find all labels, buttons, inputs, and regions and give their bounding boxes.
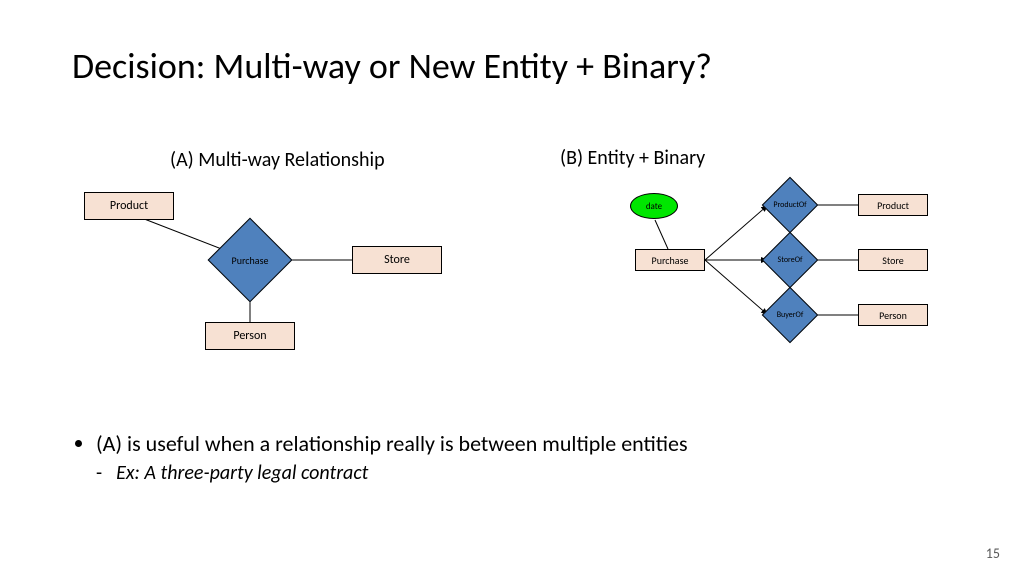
page-number: 15: [986, 545, 1000, 562]
relationship-buyerof: BuyerOf: [770, 295, 810, 335]
diagram-b: date Purchase ProductOf StoreOf BuyerOf …: [600, 175, 960, 375]
bullet-main: (A) is useful when a relationship really…: [96, 430, 688, 457]
entity-store: Store: [352, 246, 442, 274]
attribute-date: date: [630, 193, 678, 219]
relationship-purchase: Purchase: [220, 230, 280, 290]
bullet-list: (A) is useful when a relationship really…: [72, 430, 688, 485]
slide-title: Decision: Multi-way or New Entity + Bina…: [72, 44, 712, 88]
entity-product-b: Product: [858, 194, 928, 216]
section-a-heading: (A) Multi-way Relationship: [170, 148, 385, 172]
relationship-productof: ProductOf: [770, 185, 810, 225]
diagram-a: Product Purchase Store Person: [80, 180, 460, 380]
relationship-productof-label: ProductOf: [770, 185, 810, 225]
entity-purchase-b: Purchase: [635, 249, 705, 271]
dash-icon: -: [96, 461, 102, 485]
relationship-storeof-label: StoreOf: [770, 240, 810, 280]
relationship-purchase-label: Purchase: [220, 230, 280, 290]
entity-person: Person: [205, 322, 295, 350]
entity-person-b: Person: [858, 304, 928, 326]
entity-product: Product: [84, 192, 174, 220]
entity-store-b: Store: [858, 249, 928, 271]
bullet-sub: -Ex: A three-party legal contract: [96, 461, 688, 485]
section-b-heading: (B) Entity + Binary: [560, 146, 705, 170]
relationship-storeof: StoreOf: [770, 240, 810, 280]
relationship-buyerof-label: BuyerOf: [770, 295, 810, 335]
bullet-sub-text: Ex: A three-party legal contract: [116, 461, 368, 485]
slide: Decision: Multi-way or New Entity + Bina…: [0, 0, 1024, 576]
